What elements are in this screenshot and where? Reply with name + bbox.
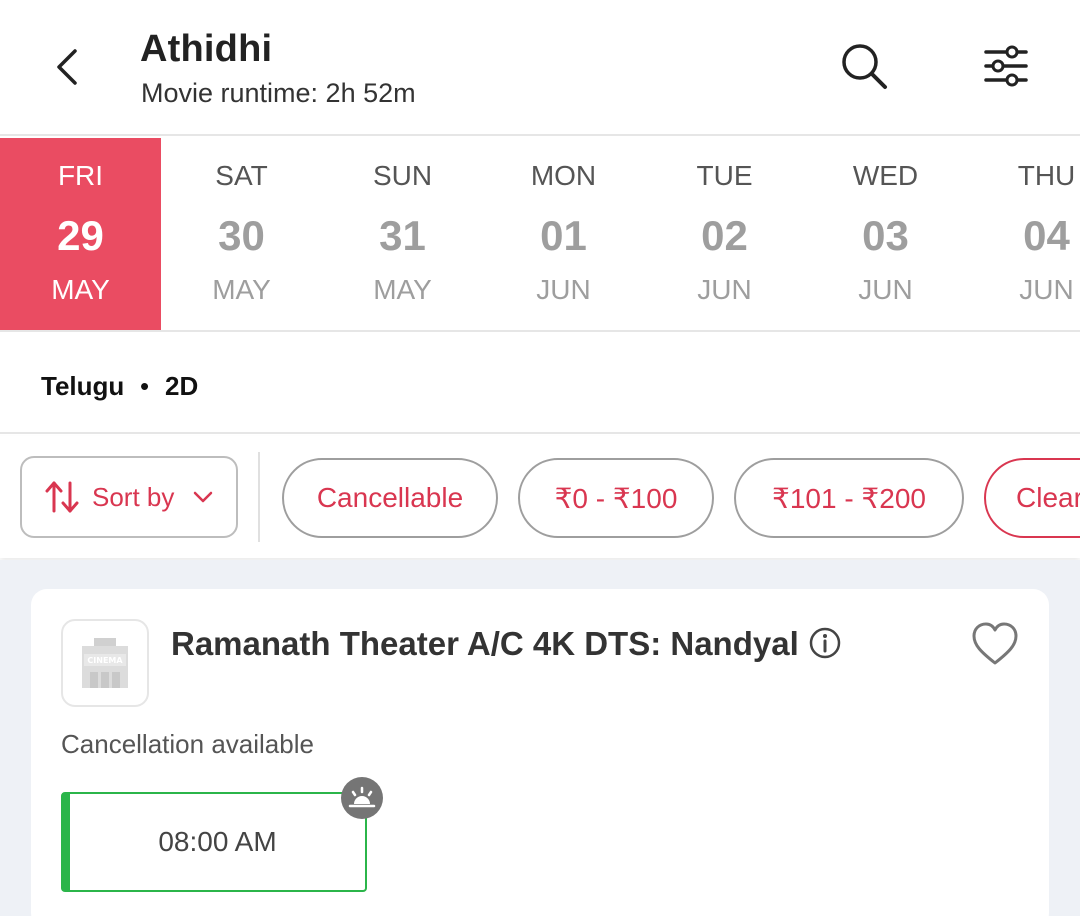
search-button[interactable]	[836, 38, 892, 94]
app-header: Athidhi Movie runtime: 2h 52m	[0, 0, 1080, 136]
chip-clear[interactable]: Clear	[984, 458, 1080, 538]
sort-by-button[interactable]: Sort by	[20, 456, 238, 538]
theater-name[interactable]: Ramanath Theater A/C 4K DTS: Nandyal	[171, 625, 799, 663]
date-dow-label: MON	[530, 160, 597, 191]
language-format-row: Telugu • 2D	[0, 334, 1080, 434]
date-day-label: 29	[57, 212, 104, 259]
chevron-left-icon	[57, 49, 77, 85]
theater-card: CINEMA Ramanath Theater A/C 4K DTS: Nand…	[31, 589, 1049, 916]
chip-cancellable[interactable]: Cancellable	[282, 458, 498, 538]
date-mon-label: JUN	[858, 274, 913, 305]
date-sun[interactable]: SUN 31 MAY	[322, 138, 483, 330]
filter-chips-bar: Sort by Cancellable ₹0 - ₹100 ₹101 - ₹20…	[0, 436, 1080, 558]
chevron-down-icon	[194, 491, 213, 503]
cancellation-note: Cancellation available	[61, 729, 314, 759]
date-dow-label: TUE	[696, 160, 753, 191]
date-mon-label: MAY	[51, 274, 110, 305]
date-tue[interactable]: TUE 02 JUN	[644, 138, 805, 330]
date-dow-label: THU	[1017, 160, 1076, 191]
chips-divider	[258, 452, 260, 542]
date-fri[interactable]: FRI 29 MAY	[0, 138, 161, 330]
date-sat[interactable]: SAT 30 MAY	[161, 138, 322, 330]
showtime-button[interactable]: 08:00 AM	[61, 792, 367, 892]
date-day-label: 01	[540, 212, 587, 259]
filter-settings-button[interactable]	[978, 38, 1034, 94]
date-day-label: 30	[218, 212, 265, 259]
cinema-building-icon: CINEMA	[82, 638, 128, 688]
search-icon	[842, 44, 887, 89]
sort-by-label: Sort by	[92, 481, 175, 512]
info-icon[interactable]	[809, 627, 841, 659]
sliders-icon	[984, 45, 1028, 87]
chip-price-0-100[interactable]: ₹0 - ₹100	[518, 458, 714, 538]
date-dow-label: SAT	[215, 160, 268, 191]
date-wed[interactable]: WED 03 JUN	[805, 138, 966, 330]
separator-dot: •	[140, 371, 150, 401]
date-mon[interactable]: MON 01 JUN	[483, 138, 644, 330]
back-button[interactable]	[44, 40, 90, 94]
sort-arrows-icon	[45, 481, 79, 513]
date-mon-label: JUN	[536, 274, 591, 305]
format-label: 2D	[165, 371, 199, 401]
page-title: Athidhi	[140, 28, 273, 70]
date-day-label: 02	[701, 212, 748, 259]
date-mon-label: JUN	[1019, 274, 1074, 305]
cinema-logo-text: CINEMA	[87, 656, 123, 665]
cinema-logo: CINEMA	[61, 619, 149, 707]
date-day-label: 31	[379, 212, 426, 259]
date-selector: FRI 29 MAY SAT 30 MAY SUN 31 MAY MON 01 JUN TUE 02 JUN…	[0, 138, 1080, 332]
theater-list: CINEMA Ramanath Theater A/C 4K DTS: Nand…	[0, 560, 1080, 916]
language-label: Telugu	[41, 371, 125, 401]
date-dow-label: SUN	[372, 160, 433, 191]
date-day-label: 03	[862, 212, 909, 259]
chip-price-101-200[interactable]: ₹101 - ₹200	[734, 458, 964, 538]
date-thu[interactable]: THU 04 JUN	[966, 138, 1080, 330]
sunrise-icon	[341, 777, 383, 819]
date-dow-label: WED	[852, 160, 919, 191]
date-mon-label: MAY	[212, 274, 271, 305]
movie-runtime: Movie runtime: 2h 52m	[141, 78, 416, 108]
date-day-label: 04	[1023, 212, 1070, 259]
date-mon-label: MAY	[373, 274, 432, 305]
date-mon-label: JUN	[697, 274, 752, 305]
date-dow-label: FRI	[57, 160, 104, 191]
favorite-heart-icon[interactable]	[971, 621, 1019, 667]
